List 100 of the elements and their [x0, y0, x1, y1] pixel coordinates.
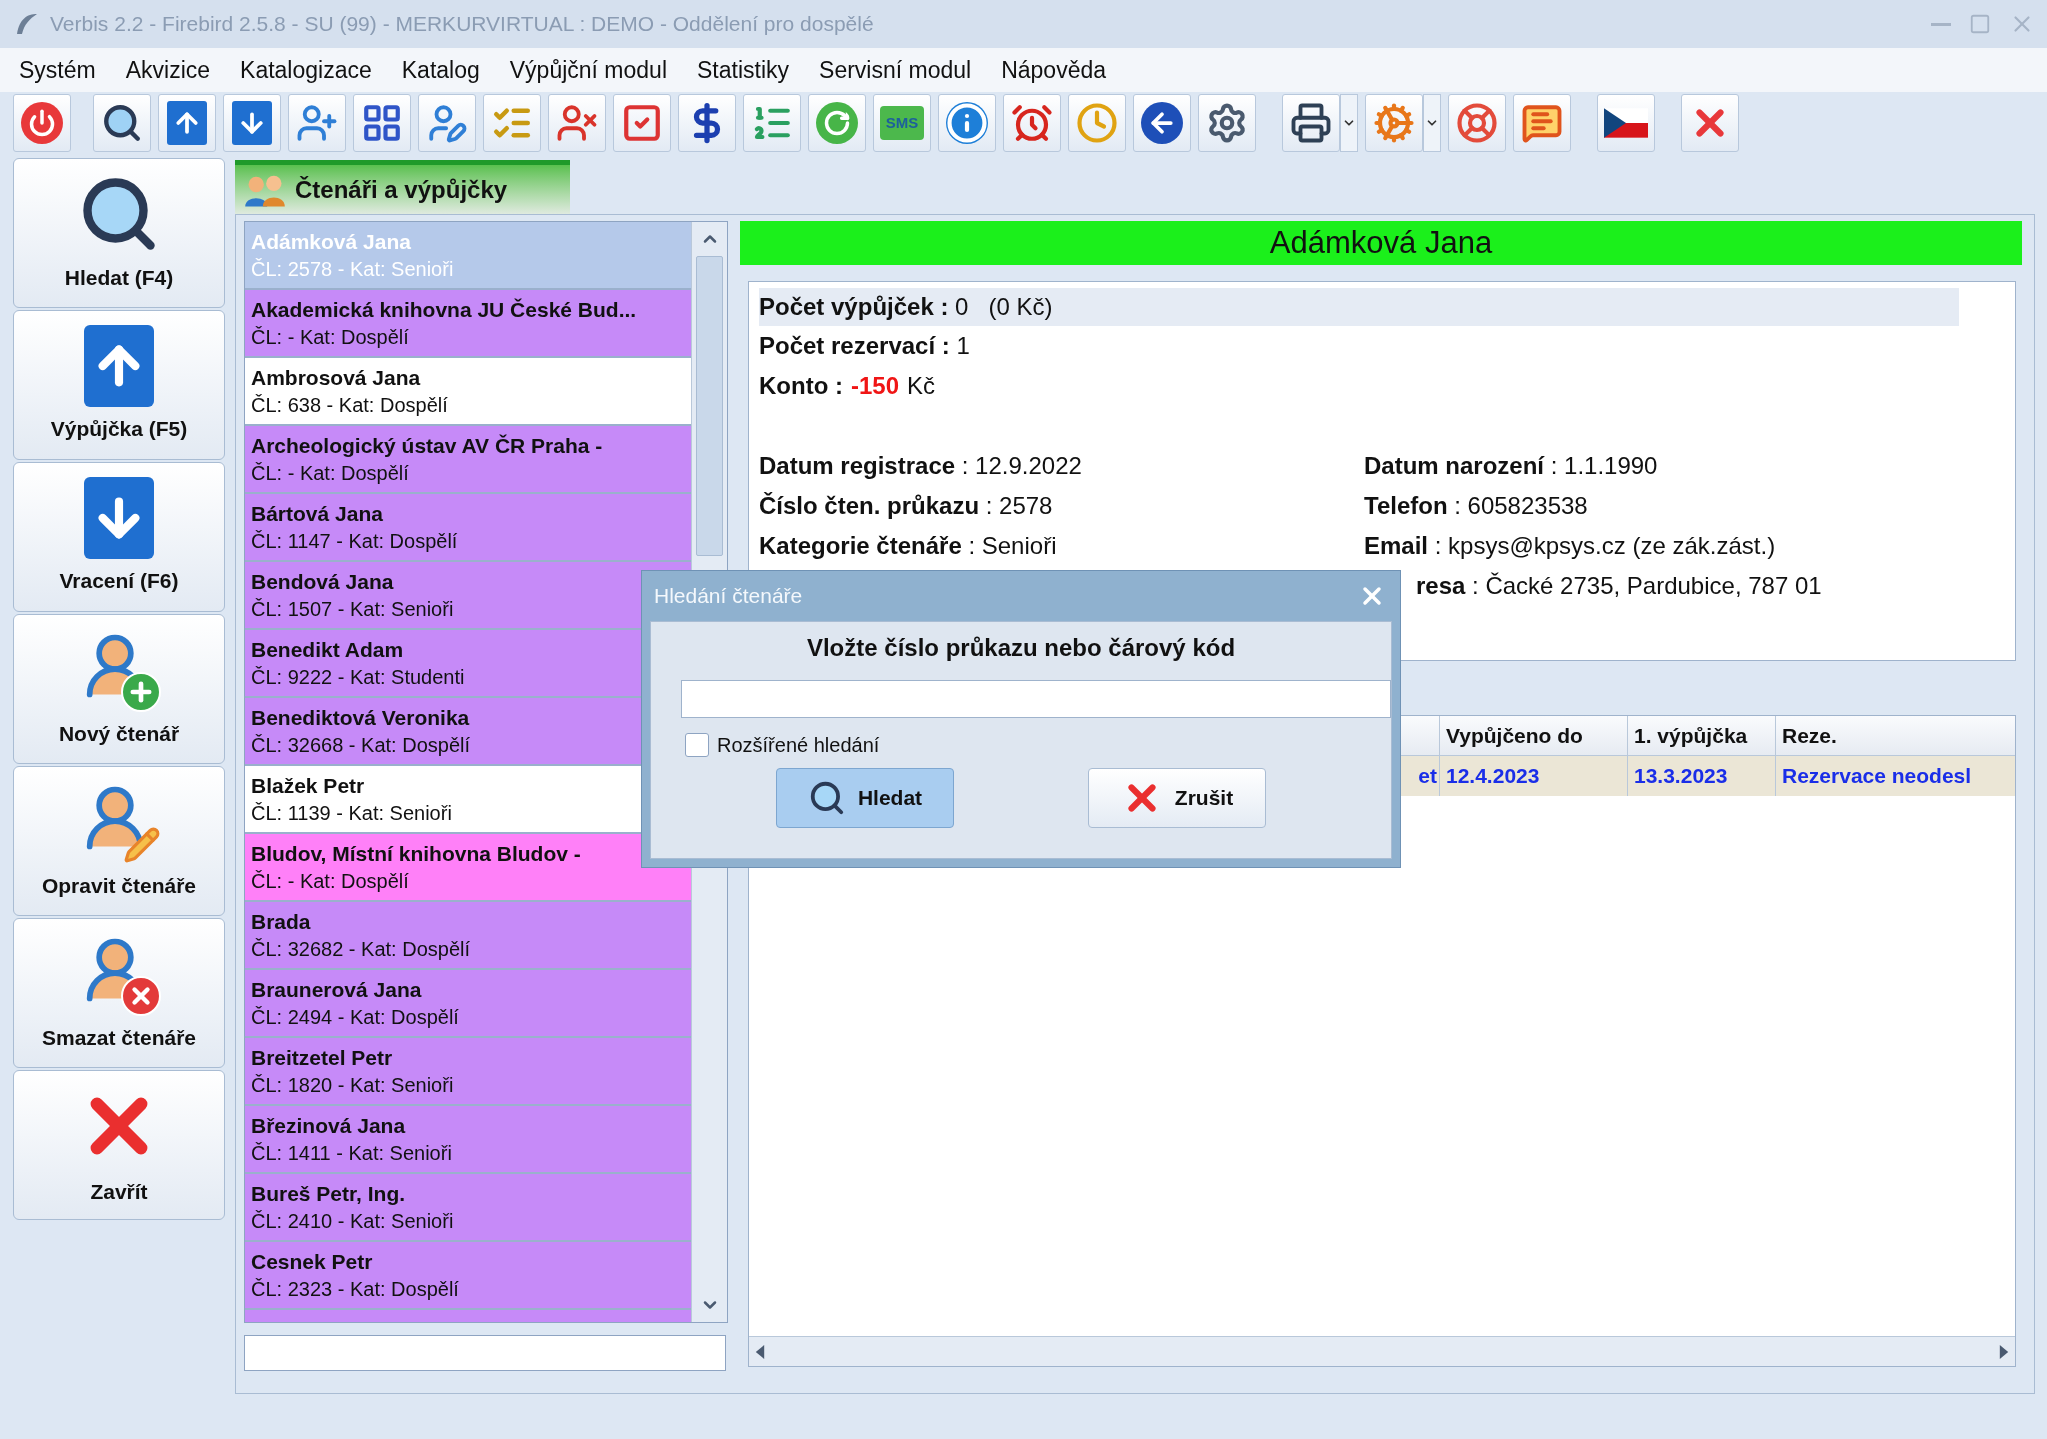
card-number-field[interactable]: [681, 680, 1391, 718]
reader-detail: ČL: 2323 - Kat: Dospělí: [251, 1277, 460, 1302]
search-button[interactable]: Hledat: [776, 768, 954, 828]
tab[interactable]: Čtenáři a výpůjčky: [235, 160, 570, 214]
power-icon: [21, 102, 63, 144]
remove-user-button[interactable]: [548, 94, 606, 152]
nav-button[interactable]: Vracení (F6): [13, 462, 225, 612]
tools-button[interactable]: [1365, 94, 1423, 152]
search-button[interactable]: [93, 94, 151, 152]
add-grid-button[interactable]: [353, 94, 411, 152]
nav-button[interactable]: Opravit čtenáře: [13, 766, 225, 916]
settings-button[interactable]: [1198, 94, 1256, 152]
nav-button[interactable]: Smazat čtenáře: [13, 918, 225, 1068]
settings-icon: [1206, 102, 1248, 144]
user-plus-icon: [296, 102, 338, 144]
checkbox-button[interactable]: [613, 94, 671, 152]
printer-icon: [1290, 102, 1332, 144]
reservations-count: Počet rezervací : 1: [759, 331, 971, 361]
menu-item[interactable]: Systém: [4, 52, 111, 88]
help-button[interactable]: [1448, 94, 1506, 152]
minimize-icon: [1931, 22, 1951, 26]
add-user-button[interactable]: [288, 94, 346, 152]
edit-user-button[interactable]: [418, 94, 476, 152]
alarm-clock-icon: [1011, 102, 1053, 144]
reader-name: Blažek Petr: [251, 773, 366, 799]
nav-button[interactable]: Nový čtenář: [13, 614, 225, 764]
reader-name: Benedikt Adam: [251, 637, 405, 663]
menu-item[interactable]: Katalog: [386, 52, 495, 88]
dialog-title: Hledání čtenáře: [654, 583, 803, 610]
checkbox-label: Rozšířené hledání: [717, 733, 880, 758]
menu-item[interactable]: Katalogizace: [225, 52, 387, 88]
menu-item[interactable]: Výpůjční modul: [494, 52, 682, 88]
refresh-button[interactable]: [808, 94, 866, 152]
cogs-icon: [1373, 102, 1415, 144]
reader-detail: ČL: 1411 - Kat: Senioři: [251, 1141, 453, 1166]
refresh-icon: [816, 102, 858, 144]
maximize-icon: [1969, 13, 1991, 35]
scroll-thumb[interactable]: [696, 256, 723, 556]
menu-item[interactable]: Nápověda: [986, 52, 1122, 88]
info-button[interactable]: [938, 94, 996, 152]
grid-icon: [361, 102, 403, 144]
nav-button[interactable]: Hledat (F4): [13, 158, 225, 308]
detail-line: Datum narození : 1.1.1990: [1364, 451, 1659, 481]
power-button[interactable]: [13, 94, 71, 152]
check-square-icon: [621, 102, 663, 144]
reader-detail: ČL: 1139 - Kat: Senioři: [251, 801, 453, 826]
reader-name: Ambrosová Jana: [251, 365, 422, 391]
down-arrow-button[interactable]: [223, 94, 281, 152]
reader-item[interactable]: Ambrosová Jana ČL: 638 - Kat: Dospělí: [245, 358, 691, 426]
reader-item[interactable]: Bludov, Místní knihovna Bludov - ČL: - Kat: Dospělí: [245, 834, 691, 902]
loans-count: Počet výpůjček : 0 (0 Kč): [759, 288, 1959, 326]
reader-detail: ČL: 1507 - Kat: Senioři: [251, 597, 455, 622]
reader-detail: ČL: 1147 - Kat: Dospělí: [251, 529, 459, 554]
chat-icon: [1521, 102, 1563, 144]
reader-name: Braunerová Jana: [251, 977, 423, 1003]
messages-button[interactable]: [1513, 94, 1571, 152]
checkbox[interactable]: [685, 733, 709, 757]
detail-line: Datum registrace : 12.9.2022: [759, 451, 1083, 481]
exit-button[interactable]: [1681, 94, 1739, 152]
column-header[interactable]: 1. výpůjčka: [1627, 716, 1775, 755]
language-button[interactable]: [1597, 94, 1655, 152]
reader-detail: ČL: - Kat: Dospělí: [251, 461, 410, 486]
reader-detail: ČL: 1820 - Kat: Senioři: [251, 1073, 455, 1098]
filter-field[interactable]: [244, 1335, 726, 1371]
nav-button[interactable]: Zavřít: [13, 1070, 225, 1220]
clock-warning-button[interactable]: [1068, 94, 1126, 152]
cancel-button[interactable]: Zrušit: [1088, 768, 1266, 828]
column-header[interactable]: Reze.: [1775, 716, 2015, 755]
reader-detail: ČL: 2410 - Kat: Senioři: [251, 1209, 455, 1234]
reader-detail: ČL: 32682 - Kat: Dospělí: [251, 937, 471, 962]
reader-item[interactable]: Blažek Petr ČL: 1139 - Kat: Senioři: [245, 766, 641, 834]
account-amount: -150: [850, 371, 899, 401]
back-button[interactable]: [1133, 94, 1191, 152]
menu-item[interactable]: Servisní modul: [804, 52, 987, 88]
alarm-button[interactable]: [1003, 94, 1061, 152]
payment-button[interactable]: [678, 94, 736, 152]
nav-button[interactable]: Výpůjčka (F5): [13, 310, 225, 460]
print-button[interactable]: [1282, 94, 1340, 152]
flag-icon: [1604, 108, 1648, 138]
up-arrow-button[interactable]: [158, 94, 216, 152]
reader-name: Cesnek Petr: [251, 1249, 374, 1275]
reader-name: Akademická knihovna JU České Bud...: [251, 297, 638, 323]
search-icon: [101, 102, 143, 144]
reader-detail: ČL: - Kat: Dospělí: [251, 325, 410, 350]
detail-line: resa : Čacké 2735, Pardubice, 787 01: [1416, 571, 1822, 601]
table-cell-text: et: [1417, 763, 1438, 790]
list-button[interactable]: [743, 94, 801, 152]
reader-detail: ČL: - Kat: Dospělí: [251, 869, 410, 894]
account-label: Konto :: [759, 371, 843, 401]
checklist-button[interactable]: [483, 94, 541, 152]
reader-name: Bludov, Místní knihovna Bludov -: [251, 841, 582, 867]
reader-name: Adámková Jana: [251, 229, 412, 255]
reader-detail: ČL: 638 - Kat: Dospělí: [251, 393, 449, 418]
menu-item[interactable]: Statistiky: [682, 52, 805, 88]
menu-item[interactable]: Akvizice: [110, 52, 226, 88]
detail-line: Telefon : 605823538: [1364, 491, 1589, 521]
table-cell: Rezervace neodesl: [1775, 756, 2015, 796]
column-header[interactable]: Vypůjčeno do: [1439, 716, 1627, 755]
lifebuoy-icon: [1456, 102, 1498, 144]
detail-line: Číslo čten. průkazu : 2578: [759, 491, 1054, 521]
